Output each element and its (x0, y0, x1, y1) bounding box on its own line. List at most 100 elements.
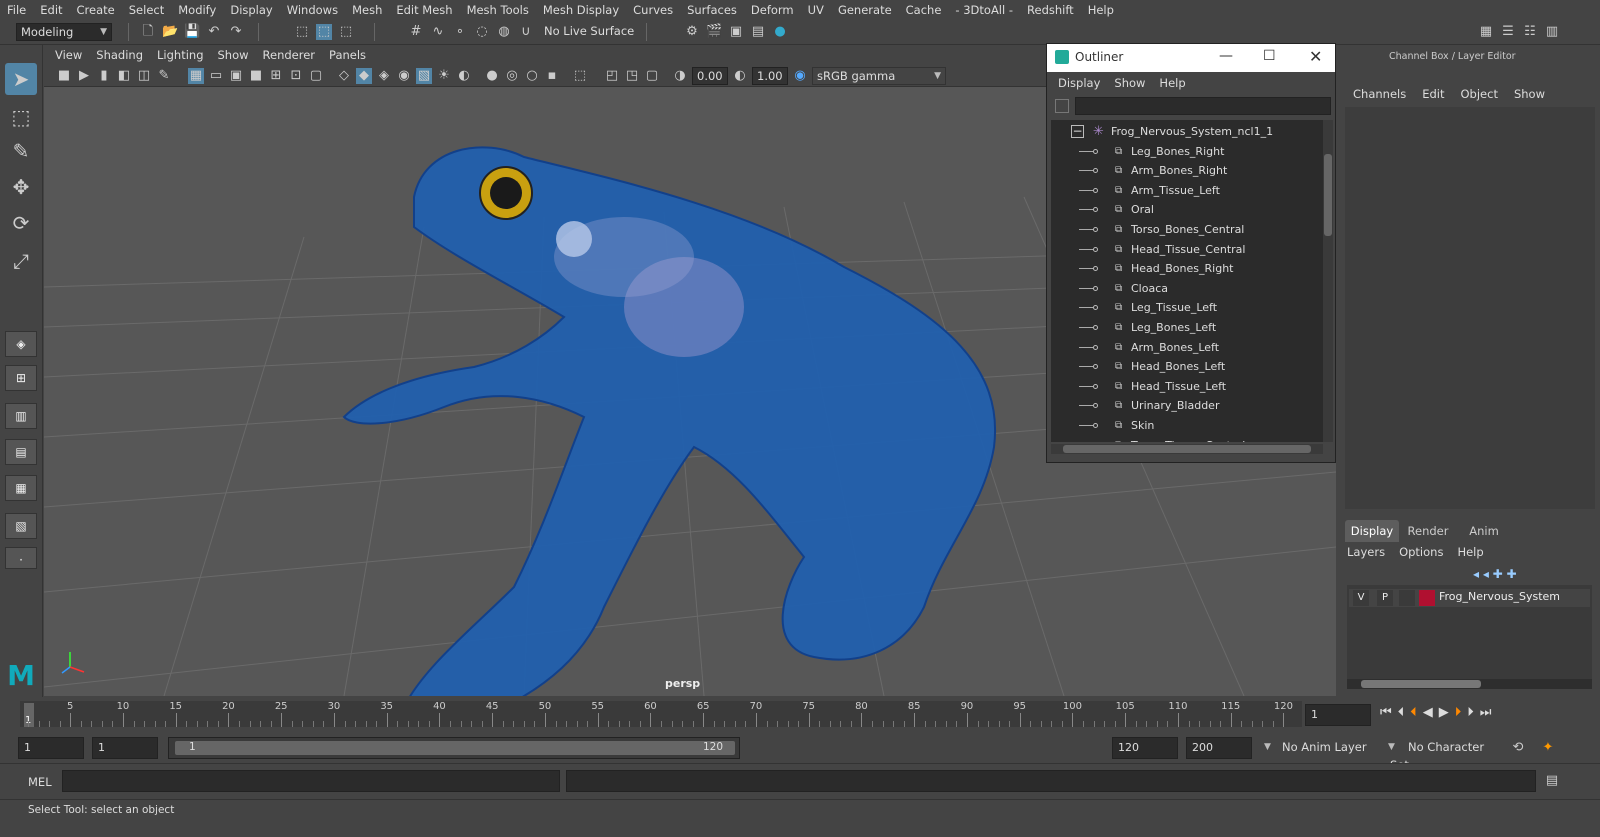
menu-item[interactable]: Cache (899, 3, 949, 17)
menu-item[interactable]: Redshift (1020, 3, 1081, 17)
layer-visibility-toggle[interactable]: V (1353, 590, 1369, 606)
maximize-icon[interactable]: ☐ (1263, 48, 1276, 64)
gate-mask-toggle-icon[interactable]: ■ (248, 68, 264, 84)
backface-culling-icon[interactable]: ▢ (644, 68, 660, 84)
play-backwards-icon[interactable]: ◀ (1423, 705, 1433, 720)
character-set-selector[interactable]: ▼No Character Set (1386, 738, 1506, 772)
menu-item[interactable]: File (0, 3, 33, 17)
grid-toggle-icon[interactable]: ▦ (188, 68, 204, 84)
viewport-menu-item[interactable]: Renderer (256, 48, 323, 62)
outliner-item[interactable]: ⧉ Skin (1051, 416, 1323, 436)
layer-menu-item[interactable]: Options (1399, 545, 1451, 559)
outliner-item[interactable]: ⧉ Head_Tissue_Left (1051, 377, 1323, 397)
layer-action-icons[interactable]: ◂ ◂ ✚ ✚ (1473, 567, 1517, 581)
xray-icon[interactable]: ▧ (416, 68, 432, 84)
render-view-icon[interactable]: ▤ (750, 24, 766, 40)
outliner-horizontal-scrollbar[interactable] (1051, 444, 1323, 454)
menu-item[interactable]: Display (223, 3, 279, 17)
expand-dot-icon[interactable] (1093, 423, 1098, 428)
paint-select-icon[interactable]: ✎ (5, 135, 37, 167)
menu-item[interactable]: Mesh Display (536, 3, 626, 17)
expand-dot-icon[interactable] (1093, 403, 1098, 409)
outliner-item[interactable]: ⧉ Arm_Tissue_Left (1051, 181, 1323, 201)
select-object-icon[interactable]: ⬚ (316, 24, 332, 40)
channel-box-menu-item[interactable]: Show (1506, 87, 1553, 101)
viewport-menu-item[interactable]: Show (211, 48, 256, 62)
playback-start-field[interactable]: 1 (92, 737, 158, 759)
menu-item[interactable]: Surfaces (680, 3, 744, 17)
menu-item[interactable]: Mesh Tools (460, 3, 536, 17)
outliner-root-item[interactable]: − ✳ Frog_Nervous_System_ncl1_1 (1051, 122, 1323, 142)
color-space-selector[interactable]: sRGB gamma ▼ (812, 67, 946, 85)
make-live-icon[interactable]: ∪ (518, 24, 534, 40)
depth-of-field-icon[interactable]: ▪ (544, 68, 560, 84)
expand-dot-icon[interactable] (1093, 266, 1098, 272)
snap-surface-icon[interactable]: ◍ (496, 24, 512, 40)
ipr-render-icon[interactable]: ▣ (728, 24, 744, 40)
field-chart-icon[interactable]: ⊞ (268, 68, 284, 84)
channel-box-menu-item[interactable]: Channels (1345, 87, 1414, 101)
menu-item[interactable]: Mesh (345, 3, 389, 17)
menu-item[interactable]: Windows (280, 3, 345, 17)
hypershade-icon[interactable]: ● (772, 24, 788, 40)
exposure-icon[interactable]: ◑ (672, 68, 688, 84)
outliner-layout-icon[interactable]: ▧ (5, 513, 37, 539)
animation-start-field[interactable]: 1 (18, 737, 84, 759)
camera-icon[interactable]: ■ (56, 68, 72, 84)
menu-item[interactable]: Edit (33, 3, 69, 17)
play-forwards-icon[interactable]: ▶ (1439, 705, 1449, 720)
open-scene-icon[interactable]: 📂 (162, 24, 178, 40)
antialiasing-icon[interactable]: ○ (524, 68, 540, 84)
channel-box-menu-item[interactable]: Object (1453, 87, 1506, 101)
animation-end-field[interactable]: 200 (1186, 737, 1252, 759)
gate-mask-icon[interactable]: ◫ (136, 68, 152, 84)
expand-dot-icon[interactable] (1093, 383, 1098, 389)
wireframe-on-shaded-icon[interactable]: ◈ (376, 68, 392, 84)
move-tool-icon[interactable]: ✥ (5, 171, 37, 203)
menu-item[interactable]: Create (70, 3, 122, 17)
expand-dot-icon[interactable] (1093, 305, 1098, 311)
expand-dot-icon[interactable] (1093, 168, 1098, 174)
wireframe-icon[interactable]: ◇ (336, 68, 352, 84)
channel-box-icon[interactable]: ▥ (1544, 24, 1560, 40)
menu-item[interactable]: Generate (831, 3, 899, 17)
persp-layout-icon[interactable]: ▦ (5, 475, 37, 501)
pencil-icon[interactable]: ✎ (156, 68, 172, 84)
single-perspective-icon[interactable]: ◈ (5, 331, 37, 357)
isolate-select-icon[interactable]: ⬚ (572, 68, 588, 84)
scrollbar-thumb[interactable] (1063, 445, 1311, 453)
layer-tab[interactable]: Anim (1457, 520, 1511, 542)
new-scene-icon[interactable]: 🗋 (140, 24, 156, 40)
step-forward-frame-icon[interactable]: ⏵ (1467, 705, 1474, 720)
outliner-search-input[interactable] (1075, 97, 1331, 115)
expand-dot-icon[interactable] (1093, 227, 1098, 232)
custom-layout-icon[interactable]: · (5, 547, 37, 569)
outliner-item[interactable]: ⧉ Head_Tissue_Central (1051, 240, 1323, 260)
outliner-item[interactable]: ⧉Torso_Tissue_Central (1051, 436, 1323, 442)
animation-preferences-icon[interactable]: ✦ (1540, 740, 1556, 756)
auto-key-icon[interactable]: ⟲ (1510, 740, 1526, 756)
layer-menu-item[interactable]: Layers (1347, 545, 1393, 559)
layer-row[interactable]: V P Frog_Nervous_System (1349, 589, 1590, 607)
close-icon[interactable]: ✕ (1309, 47, 1322, 66)
snap-curve-icon[interactable]: ∿ (430, 24, 446, 40)
expand-dot-icon[interactable] (1093, 285, 1098, 291)
playback-end-field[interactable]: 120 (1112, 737, 1178, 759)
snap-view-icon[interactable]: ◌ (474, 24, 490, 40)
outliner-menu-item[interactable]: Show (1107, 76, 1152, 90)
undo-icon[interactable]: ↶ (206, 24, 222, 40)
snap-point-icon[interactable]: ∘ (452, 24, 468, 40)
screen-space-ao-icon[interactable]: ● (484, 68, 500, 84)
select-component-icon[interactable]: ⬚ (338, 24, 354, 40)
layer-tab[interactable]: Render (1401, 520, 1455, 542)
menu-item[interactable]: Deform (744, 3, 801, 17)
outliner-item[interactable]: ⧉ Head_Bones_Right (1051, 259, 1323, 279)
save-scene-icon[interactable]: 💾 (184, 24, 200, 40)
menu-item[interactable]: Select (122, 3, 171, 17)
outliner-item[interactable]: ⧉ Arm_Bones_Left (1051, 338, 1323, 358)
command-input[interactable] (62, 770, 560, 792)
search-options-icon[interactable] (1055, 99, 1069, 113)
layer-color-swatch[interactable] (1419, 590, 1435, 606)
step-back-key-icon[interactable]: ⏴ (1410, 705, 1417, 720)
xray-active-icon[interactable]: ◳ (624, 68, 640, 84)
